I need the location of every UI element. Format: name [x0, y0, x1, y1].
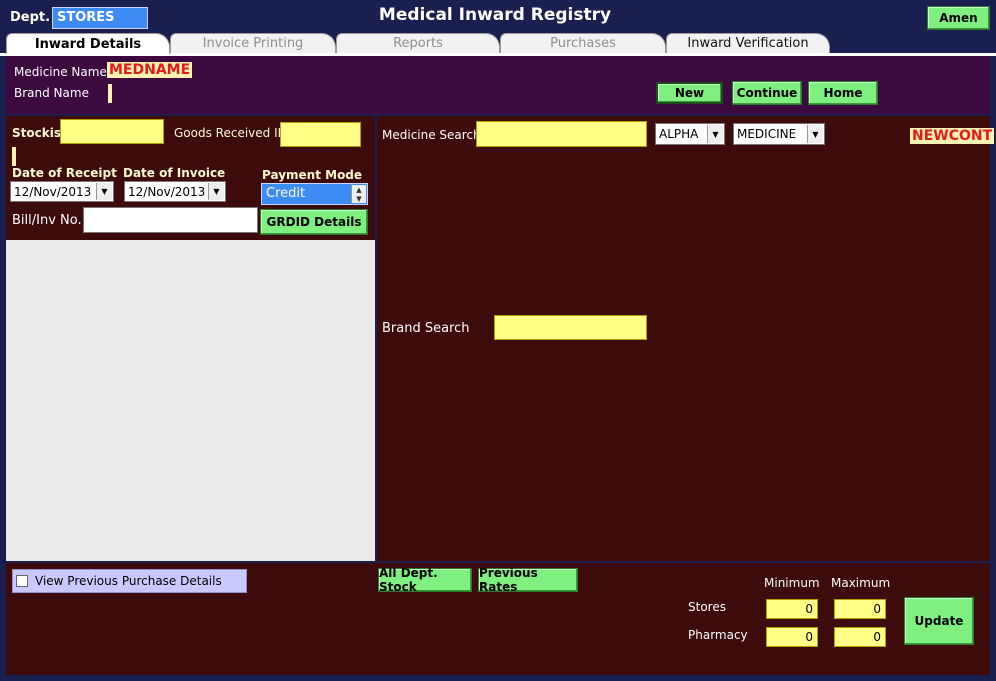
medicine-search-label: Medicine Search	[382, 128, 481, 142]
pharmacy-min-input[interactable]: 0	[766, 627, 818, 647]
view-previous-toggle[interactable]: View Previous Purchase Details	[12, 569, 247, 593]
inward-form-panel: Stockist Goods Received ID: Date of Rece…	[6, 116, 375, 240]
dept-label: Dept.	[10, 10, 51, 25]
page-title: Medical Inward Registry	[378, 5, 612, 25]
sort-order-select[interactable]: ALPHA ▼	[655, 123, 725, 145]
tab-invoice-printing[interactable]: Invoice Printing	[170, 33, 336, 53]
tab-reports[interactable]: Reports	[336, 33, 500, 53]
app-window: Dept. STORES Medical Inward Registry Ame…	[0, 0, 996, 681]
arrow-up-icon[interactable]: ▲	[351, 185, 366, 194]
maximum-label: Maximum	[831, 576, 891, 590]
pharmacy-max-input[interactable]: 0	[834, 627, 886, 647]
previous-rates-button[interactable]: Previous Rates	[478, 566, 578, 594]
date-invoice-select[interactable]: 12/Nov/2013 ▼	[124, 181, 226, 202]
new-button[interactable]: New	[656, 82, 723, 104]
stores-min-input[interactable]: 0	[766, 599, 818, 619]
medicine-search-input[interactable]	[476, 121, 647, 147]
tab-inward-verification[interactable]: Inward Verification	[666, 33, 830, 53]
medicine-name-value: MEDNAME	[107, 62, 193, 78]
goods-received-input[interactable]	[280, 122, 361, 147]
stores-max-input[interactable]: 0	[834, 599, 886, 619]
newcont-tag: NEWCONT	[910, 128, 995, 144]
pharmacy-label: Pharmacy	[688, 628, 748, 642]
stores-label: Stores	[688, 600, 726, 614]
continue-button[interactable]: Continue	[732, 81, 802, 105]
chevron-down-icon[interactable]: ▼	[807, 125, 823, 143]
home-button[interactable]: Home	[808, 81, 878, 105]
item-type-select[interactable]: MEDICINE ▼	[733, 123, 825, 145]
payment-mode-label: Payment Mode	[262, 168, 363, 182]
date-receipt-value: 12/Nov/2013	[14, 184, 92, 199]
brand-search-label: Brand Search	[382, 321, 470, 336]
minimum-label: Minimum	[764, 576, 820, 590]
all-dept-stock-button[interactable]: All Dept. Stock	[378, 566, 472, 594]
tab-inward-details[interactable]: Inward Details	[6, 33, 170, 54]
stockist-value	[12, 147, 16, 166]
stockist-label: Stockist	[12, 126, 67, 140]
payment-mode-spinner[interactable]: Credit ▲ ▼	[261, 183, 368, 205]
bill-number-input[interactable]	[83, 207, 258, 233]
user-button[interactable]: Amen	[927, 6, 990, 30]
medicine-name-label: Medicine Name	[14, 65, 107, 79]
arrow-down-icon[interactable]: ▼	[351, 194, 366, 203]
checkbox[interactable]	[16, 575, 28, 587]
grdid-details-button[interactable]: GRDID Details	[260, 209, 368, 235]
grn-details-area	[6, 240, 375, 561]
brand-name-value	[108, 84, 112, 103]
date-invoice-value: 12/Nov/2013	[128, 184, 206, 199]
stock-panel: View Previous Purchase Details All Dept.…	[6, 563, 990, 675]
update-button[interactable]: Update	[904, 597, 974, 645]
sort-order-value: ALPHA	[659, 127, 699, 141]
dept-field[interactable]: STORES	[52, 7, 148, 29]
goods-received-label: Goods Received ID:	[174, 126, 291, 140]
view-previous-label: View Previous Purchase Details	[35, 574, 222, 588]
payment-mode-value: Credit	[266, 186, 306, 201]
medicine-summary-panel: Medicine Name MEDNAME Brand Name New Con…	[6, 56, 990, 114]
date-receipt-select[interactable]: 12/Nov/2013 ▼	[10, 181, 114, 202]
search-panel: Medicine Search ALPHA ▼ MEDICINE ▼ NEWCO…	[377, 116, 995, 561]
item-type-value: MEDICINE	[737, 127, 797, 141]
brand-name-label: Brand Name	[14, 86, 89, 100]
brand-search-input[interactable]	[494, 315, 647, 340]
date-invoice-label: Date of Invoice	[123, 166, 226, 180]
date-receipt-label: Date of Receipt	[12, 166, 117, 180]
chevron-down-icon[interactable]: ▼	[208, 183, 224, 200]
chevron-down-icon[interactable]: ▼	[707, 125, 723, 143]
chevron-down-icon[interactable]: ▼	[96, 183, 112, 200]
bill-number-label: Bill/Inv No.	[12, 213, 82, 228]
tab-purchases[interactable]: Purchases	[500, 33, 666, 53]
stockist-input[interactable]	[60, 119, 164, 144]
